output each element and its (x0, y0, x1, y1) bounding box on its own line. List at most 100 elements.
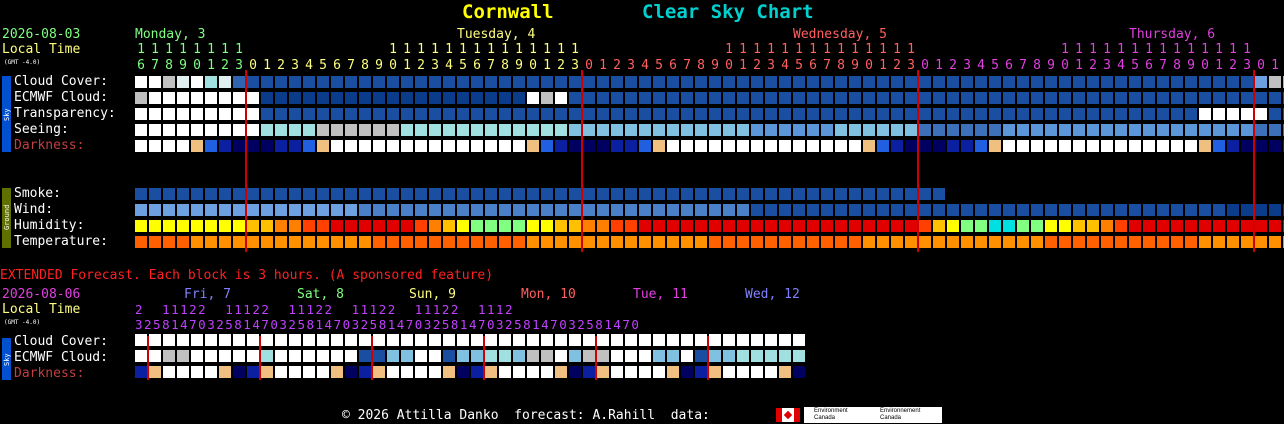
transparency-block (499, 108, 511, 120)
ext-darkness-block (289, 366, 301, 378)
ext-darkness-block (639, 366, 651, 378)
temperature-block (891, 236, 903, 248)
wind-block (1073, 204, 1085, 216)
wind-block (1087, 204, 1099, 216)
wind-block (681, 204, 693, 216)
temperature-block (415, 236, 427, 248)
hour-tens-tick: 1 (529, 42, 537, 57)
smoke-block (163, 188, 175, 200)
ecmwf-cloud-block (849, 92, 861, 104)
hour-ones-tick: 9 (515, 58, 523, 73)
ext-ecmwf-cloud-block (387, 350, 399, 362)
hour-tens-tick: 1 (823, 42, 831, 57)
ecmwf-cloud-block (541, 92, 553, 104)
cloud-cover-block (891, 76, 903, 88)
humidity-block (247, 220, 259, 232)
ecmwf-cloud-block (135, 92, 147, 104)
darkness-block (1227, 140, 1239, 152)
humidity-block (1003, 220, 1015, 232)
ecmwf-cloud-block (191, 92, 203, 104)
ext-cloud-cover-block (191, 334, 203, 346)
wind-block (303, 204, 315, 216)
cloud-cover-block (233, 76, 245, 88)
temperature-block (1143, 236, 1155, 248)
seeing-block (639, 124, 651, 136)
darkness-block (905, 140, 917, 152)
darkness-block (1143, 140, 1155, 152)
ecmwf-cloud-block (1101, 92, 1113, 104)
wind-block (737, 204, 749, 216)
smoke-block (261, 188, 273, 200)
cloud-cover-block (513, 76, 525, 88)
wind-block (569, 204, 581, 216)
hour-tens-tick: 1 (179, 42, 187, 57)
transparency-block (163, 108, 175, 120)
ext-darkness-block (611, 366, 623, 378)
ext-ecmwf-cloud-block (303, 350, 315, 362)
hour-ones-tick: 5 (459, 58, 467, 73)
darkness-block (1045, 140, 1057, 152)
temperature-block (541, 236, 553, 248)
ext-ecmwf-cloud-block (191, 350, 203, 362)
darkness-block (345, 140, 357, 152)
wind-block (1059, 204, 1071, 216)
temperature-block (835, 236, 847, 248)
darkness-block (835, 140, 847, 152)
ecmwf-cloud-block (569, 92, 581, 104)
humidity-block (177, 220, 189, 232)
seeing-block (1199, 124, 1211, 136)
ecmwf-cloud-block (457, 92, 469, 104)
transparency-block (387, 108, 399, 120)
ext-ecmwf-cloud-block (457, 350, 469, 362)
transparency-block (723, 108, 735, 120)
ecmwf-cloud-block (1003, 92, 1015, 104)
wind-block (135, 204, 147, 216)
hour-ones-tick: 2 (1229, 58, 1237, 73)
temperature-block (877, 236, 889, 248)
smoke-block (877, 188, 889, 200)
darkness-block (779, 140, 791, 152)
temperature-block (1227, 236, 1239, 248)
ext-darkness-block (387, 366, 399, 378)
smoke-block (919, 188, 931, 200)
humidity-block (541, 220, 553, 232)
transparency-block (639, 108, 651, 120)
wind-block (429, 204, 441, 216)
smoke-block (247, 188, 259, 200)
darkness-block (135, 140, 147, 152)
hour-tens-tick: 1 (515, 42, 523, 57)
ext-darkness-block (149, 366, 161, 378)
ext-darkness-block (779, 366, 791, 378)
transparency-block (779, 108, 791, 120)
ecmwf-cloud-block (205, 92, 217, 104)
ecmwf-cloud-block (961, 92, 973, 104)
darkness-block (1003, 140, 1015, 152)
ecmwf-cloud-block (989, 92, 1001, 104)
cloud-cover-block (1087, 76, 1099, 88)
ext-darkness-block (485, 366, 497, 378)
hour-ones-tick: 4 (1117, 58, 1125, 73)
smoke-block (331, 188, 343, 200)
ext-ecmwf-cloud-block (261, 350, 273, 362)
darkness-block (233, 140, 245, 152)
seeing-block (1017, 124, 1029, 136)
darkness-block (359, 140, 371, 152)
transparency-block (331, 108, 343, 120)
ecmwf-cloud-block (611, 92, 623, 104)
seeing-block (793, 124, 805, 136)
smoke-block (471, 188, 483, 200)
seeing-block (275, 124, 287, 136)
wind-block (821, 204, 833, 216)
hour-ones-tick: 0 (193, 58, 201, 73)
ext-ecmwf-cloud-block (275, 350, 287, 362)
ext-midnight-line (707, 336, 709, 380)
seeing-block (695, 124, 707, 136)
temperature-block (905, 236, 917, 248)
wind-block (443, 204, 455, 216)
seeing-block (135, 124, 147, 136)
hour-tens-tick: 1 (501, 42, 509, 57)
hour-tens-tick: 1 (1229, 42, 1237, 57)
ecmwf-cloud-block (653, 92, 665, 104)
ext-cloud-cover-block (275, 334, 287, 346)
hour-ones-tick: 5 (1131, 58, 1139, 73)
